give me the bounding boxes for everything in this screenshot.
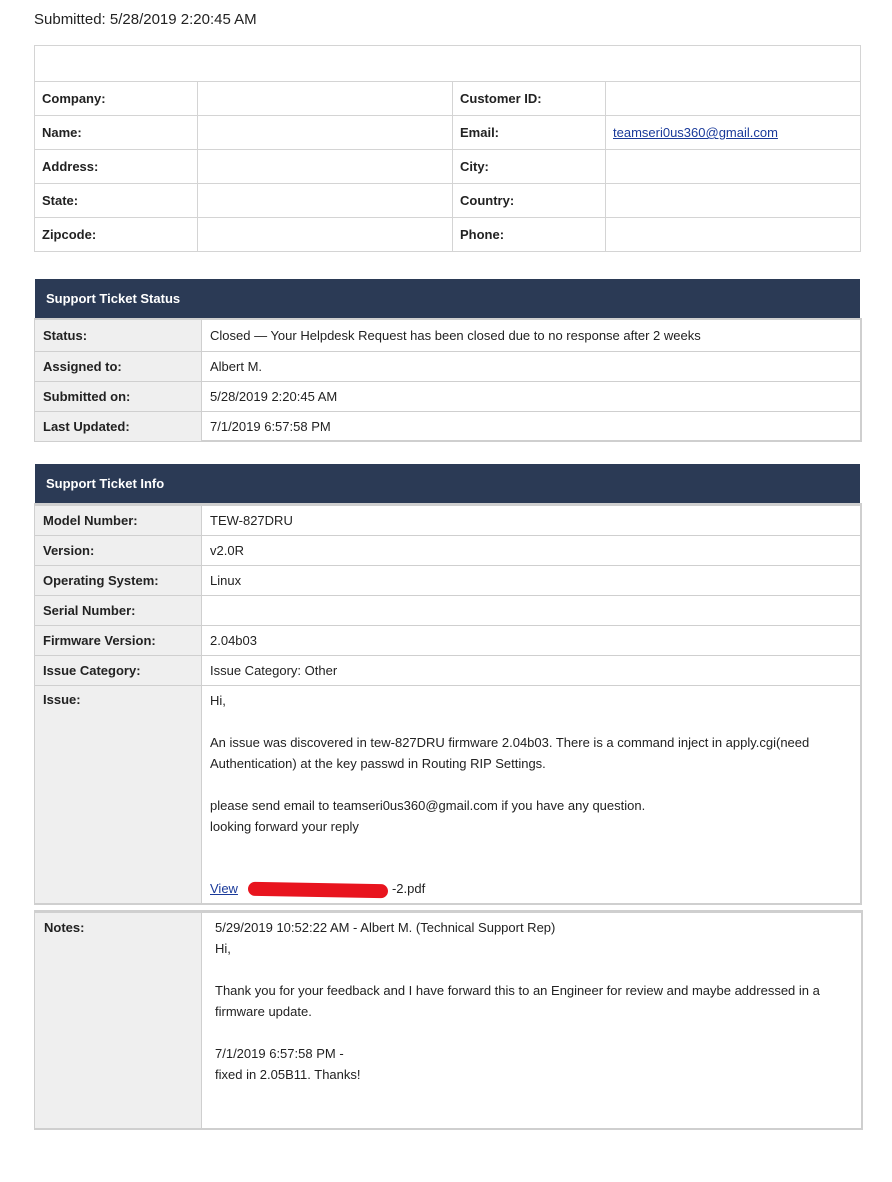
name-label: Name: [34, 115, 198, 150]
customer-id-label: Customer ID: [452, 81, 606, 116]
ticket-status-table: Status: Closed — Your Helpdesk Request ha… [34, 319, 862, 442]
issue-closing-line: looking forward your reply [210, 819, 359, 834]
city-label: City: [452, 149, 606, 184]
issue-greeting: Hi, [210, 693, 226, 708]
assigned-to-label: Assigned to: [34, 351, 202, 382]
zipcode-label: Zipcode: [34, 217, 198, 252]
view-attachment-link[interactable]: View [210, 881, 238, 896]
notes-table: Notes: 5/29/2019 10:52:22 AM - Albert M.… [34, 912, 863, 1129]
serial-number-value [201, 595, 862, 626]
model-number-label: Model Number: [34, 505, 202, 536]
country-value [605, 183, 861, 218]
phone-label: Phone: [452, 217, 606, 252]
notes-label: Notes: [34, 912, 202, 1129]
company-value [197, 81, 453, 116]
submitted-timestamp: Submitted: 5/28/2019 2:20:45 AM [34, 11, 257, 28]
firmware-version-label: Firmware Version: [34, 625, 202, 656]
version-label: Version: [34, 535, 202, 566]
operating-system-value: Linux [201, 565, 862, 596]
address-value [197, 149, 453, 184]
assigned-to-value: Albert M. [201, 351, 862, 382]
state-value [197, 183, 453, 218]
model-number-value: TEW-827DRU [201, 505, 862, 536]
notes-message: Thank you for your feedback and I have f… [215, 983, 820, 1019]
notes-header: 5/29/2019 10:52:22 AM - Albert M. (Techn… [215, 920, 556, 935]
customer-table-header [34, 45, 861, 82]
submitted-on-label: Submitted on: [34, 381, 202, 412]
email-label: Email: [452, 115, 606, 150]
notes-update-time: 7/1/2019 6:57:58 PM - [215, 1046, 344, 1061]
email-value: teamseri0us360@gmail.com [605, 115, 861, 150]
notes-body: 5/29/2019 10:52:22 AM - Albert M. (Techn… [201, 912, 863, 1129]
phone-value [605, 217, 861, 252]
issue-label: Issue: [34, 685, 202, 904]
issue-description: An issue was discovered in tew-827DRU fi… [210, 735, 810, 771]
status-value: Closed — Your Helpdesk Request has been … [201, 319, 862, 352]
status-label: Status: [34, 319, 202, 352]
support-ticket-status-header: Support Ticket Status [35, 279, 860, 318]
serial-number-label: Serial Number: [34, 595, 202, 626]
state-label: State: [34, 183, 198, 218]
company-label: Company: [34, 81, 198, 116]
last-updated-value: 7/1/2019 6:57:58 PM [201, 411, 862, 442]
support-ticket-info-header: Support Ticket Info [35, 464, 860, 503]
version-value: v2.0R [201, 535, 862, 566]
notes-update-text: fixed in 2.05B11. Thanks! [215, 1067, 361, 1082]
submitted-on-value: 5/28/2019 2:20:45 AM [201, 381, 862, 412]
operating-system-label: Operating System: [34, 565, 202, 596]
issue-category-label: Issue Category: [34, 655, 202, 686]
ticket-info-table: Model Number: TEW-827DRU Version: v2.0R Op… [34, 505, 862, 904]
customer-id-value [605, 81, 861, 116]
name-value [197, 115, 453, 150]
city-value [605, 149, 861, 184]
attachment-file-suffix: -2.pdf [391, 881, 426, 896]
issue-contact-line: please send email to teamseri0us360@gmai… [210, 798, 646, 813]
issue-category-value: Issue Category: Other [201, 655, 862, 686]
zipcode-value [197, 217, 453, 252]
notes-greeting: Hi, [215, 941, 231, 956]
customer-info-table: Company: Customer ID: Name: Email: teams… [34, 45, 861, 252]
issue-body: Hi, An issue was discovered in tew-827DR… [201, 685, 862, 904]
email-link[interactable]: teamseri0us360@gmail.com [613, 125, 778, 140]
address-label: Address: [34, 149, 198, 184]
firmware-version-value: 2.04b03 [201, 625, 862, 656]
redaction-mark [247, 881, 389, 898]
country-label: Country: [452, 183, 606, 218]
last-updated-label: Last Updated: [34, 411, 202, 442]
